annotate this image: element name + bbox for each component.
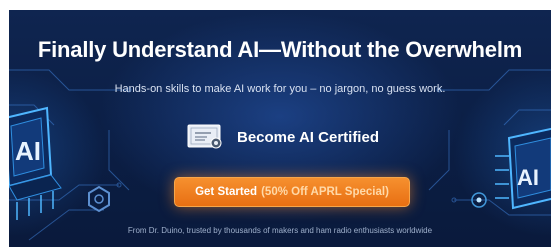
left-chip-label: AI (15, 136, 41, 166)
cta-label: Get Started (195, 186, 258, 198)
certificate-icon (187, 124, 222, 149)
footer-text: From Dr. Duino, trusted by thousands of … (127, 226, 433, 235)
certification-label: Become AI Certified (237, 128, 379, 146)
hexagon-icon (88, 185, 110, 213)
headline: Finally Understand AI—Without the Overwh… (37, 37, 523, 62)
subheadline: Hands-on skills to make AI work for you … (114, 83, 446, 95)
cta-offer: (50% Off APRL Special) (261, 186, 389, 198)
right-chip-label: AI (517, 165, 539, 190)
promo-banner[interactable]: AI AI Finally Understand AI—Without the … (9, 10, 551, 247)
get-started-button[interactable]: Get Started (50% Off APRL Special) (174, 177, 410, 207)
certification-row: Become AI Certified (187, 124, 379, 150)
